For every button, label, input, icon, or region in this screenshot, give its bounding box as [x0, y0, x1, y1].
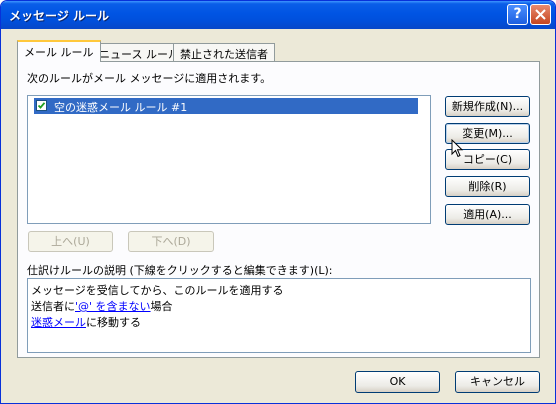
apply-rule-button[interactable]: 適用(A)... [445, 204, 530, 225]
description-line: 送信者に'@' を含まない場合 [31, 300, 173, 313]
rule-name: 空の迷惑メール ルール #1 [54, 101, 188, 114]
tab-label: 禁止された送信者 [180, 48, 268, 61]
sender-condition-link[interactable]: '@' を含まない [75, 300, 151, 313]
description-heading: 仕訳けルールの説明 (下線をクリックすると編集できます)(L): [27, 264, 333, 277]
tab-news-rules[interactable]: ニュース ルール [92, 43, 186, 61]
close-button[interactable] [530, 4, 551, 25]
tab-label: ニュース ルール [99, 48, 179, 61]
ok-button[interactable]: OK [355, 371, 440, 393]
close-icon [535, 9, 546, 20]
description-line: メッセージを受信してから、このルールを適用する [31, 284, 284, 297]
rules-heading: 次のルールがメール メッセージに適用されます。 [27, 72, 272, 85]
rule-description-box: メッセージを受信してから、このルールを適用する 送信者に'@' を含まない場合 … [27, 278, 531, 353]
window-title: メッセージ ルール [9, 9, 109, 23]
title-bar[interactable]: メッセージ ルール ? [1, 1, 555, 29]
help-icon: ? [513, 6, 522, 22]
junk-folder-link[interactable]: 迷惑メール [31, 316, 86, 329]
checkmark-icon [37, 102, 46, 109]
tab-label: メール ルール [24, 46, 94, 59]
rules-list[interactable]: 空の迷惑メール ルール #1 [27, 95, 431, 224]
description-line: 迷惑メールに移動する [31, 316, 141, 329]
rule-list-item[interactable]: 空の迷惑メール ルール #1 [34, 98, 418, 114]
new-rule-button[interactable]: 新規作成(N)... [445, 96, 530, 117]
tab-mail-rules[interactable]: メール ルール [17, 40, 101, 62]
move-up-button[interactable]: 上へ(U) [28, 231, 113, 252]
rule-enabled-checkbox[interactable] [36, 100, 47, 111]
tab-blocked-senders[interactable]: 禁止された送信者 [173, 43, 275, 61]
mouse-cursor-icon [451, 139, 464, 158]
message-rules-dialog: メッセージ ルール ? メール ルール ニュース ルール 禁止された送信者 次の… [0, 0, 556, 404]
remove-rule-button[interactable]: 削除(R) [445, 176, 530, 197]
cancel-button[interactable]: キャンセル [455, 371, 540, 393]
help-button[interactable]: ? [507, 4, 528, 25]
move-down-button[interactable]: 下へ(D) [128, 231, 214, 252]
